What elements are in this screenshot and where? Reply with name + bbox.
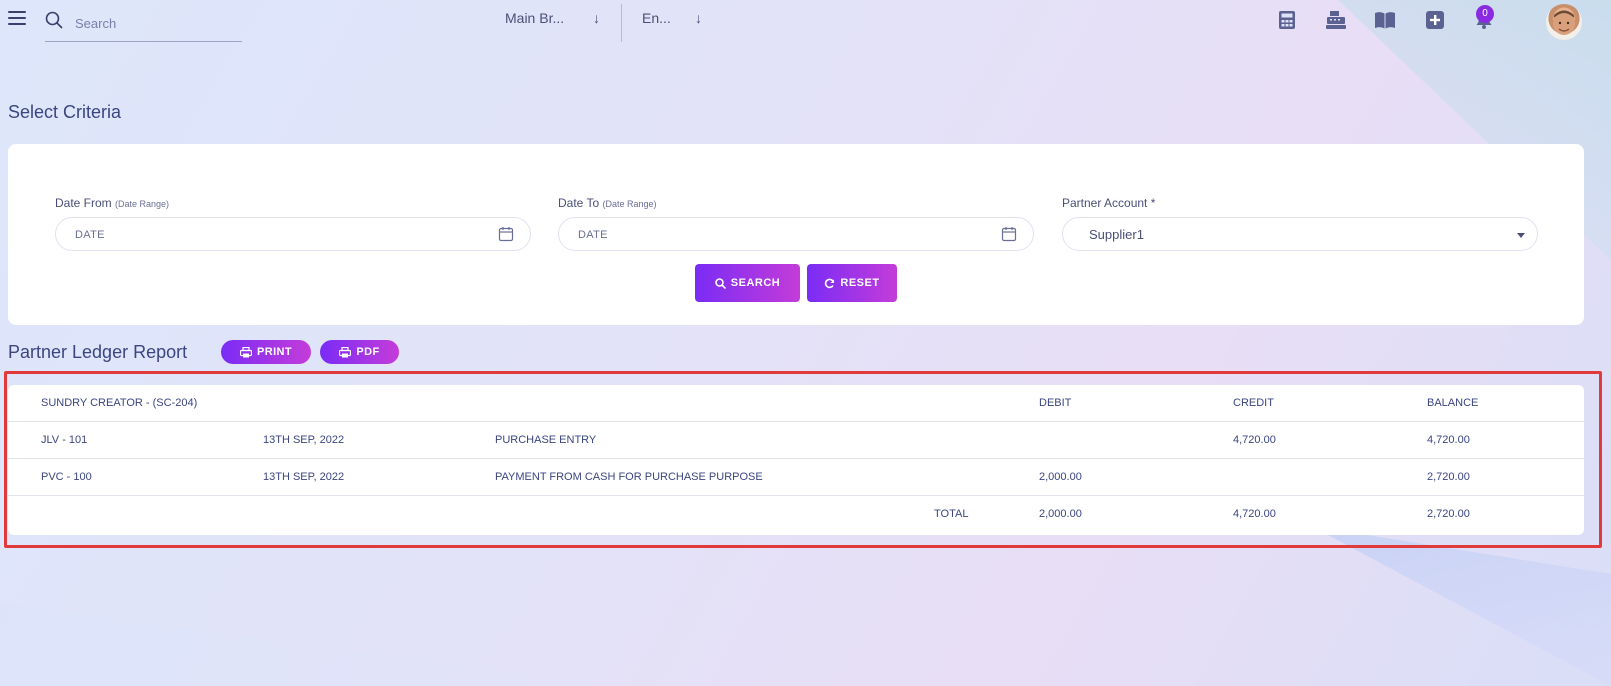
balance-header: BALANCE bbox=[1427, 397, 1479, 409]
date-to-placeholder: DATE bbox=[578, 229, 608, 241]
date-to-label: Date To (Date Range) bbox=[558, 196, 657, 210]
refresh-icon bbox=[825, 278, 835, 288]
arrow-down-icon: ↓ bbox=[695, 10, 702, 26]
date-to-hint: (Date Range) bbox=[602, 199, 657, 209]
date-from-label: Date From (Date Range) bbox=[55, 196, 169, 210]
plus-square-icon[interactable] bbox=[1425, 10, 1447, 32]
branch-select-value: Main Br... bbox=[505, 10, 565, 26]
description-cell: PURCHASE ENTRY bbox=[495, 434, 597, 446]
date-cell: 13TH SEP, 2022 bbox=[263, 471, 345, 483]
search-input[interactable] bbox=[75, 12, 235, 34]
partner-account-label: Partner Account * bbox=[1062, 196, 1156, 210]
caret-down-icon bbox=[1517, 233, 1525, 238]
reset-button-label: RESET bbox=[840, 277, 880, 289]
calculator-icon[interactable] bbox=[1277, 10, 1299, 32]
total-credit: 4,720.00 bbox=[1233, 508, 1276, 520]
search-icon bbox=[45, 11, 63, 29]
printer-icon bbox=[339, 346, 352, 357]
debit-header: DEBIT bbox=[1039, 397, 1072, 409]
pdf-button[interactable]: PDF bbox=[320, 340, 399, 364]
report-title: Partner Ledger Report bbox=[8, 342, 188, 362]
book-icon[interactable] bbox=[1374, 10, 1396, 32]
table-header-row: SUNDRY CREATOR - (SC-204) DEBIT CREDIT B… bbox=[8, 385, 1584, 422]
balance-cell: 2,720.00 bbox=[1427, 471, 1470, 483]
date-from-placeholder: DATE bbox=[75, 229, 105, 241]
language-select[interactable]: En... ↓ bbox=[642, 10, 712, 32]
search-icon bbox=[714, 277, 726, 289]
total-label: TOTAL bbox=[934, 508, 969, 520]
print-button[interactable]: PRINT bbox=[221, 340, 311, 364]
notification-badge: 0 bbox=[1476, 5, 1494, 23]
calendar-icon[interactable] bbox=[1001, 226, 1017, 242]
criteria-card: Date From (Date Range) DATE Date To (Dat… bbox=[8, 144, 1584, 325]
pdf-button-label: PDF bbox=[356, 346, 380, 358]
background-shape bbox=[1311, 526, 1611, 686]
table-row: PVC - 100 13TH SEP, 2022 PAYMENT FROM CA… bbox=[8, 459, 1584, 496]
printer-icon bbox=[240, 346, 252, 357]
top-bar: Main Br... ↓ En... ↓ bbox=[0, 0, 1611, 42]
total-balance: 2,720.00 bbox=[1427, 508, 1470, 520]
date-from-hint: (Date Range) bbox=[115, 199, 170, 209]
calendar-icon[interactable] bbox=[498, 226, 514, 242]
arrow-down-icon: ↓ bbox=[593, 10, 600, 26]
date-from-label-text: Date From bbox=[55, 196, 112, 210]
search-button-label: SEARCH bbox=[730, 277, 781, 289]
reset-button[interactable]: RESET bbox=[807, 264, 897, 302]
background-shape bbox=[0, 602, 600, 686]
table-row: JLV - 101 13TH SEP, 2022 PURCHASE ENTRY … bbox=[8, 422, 1584, 459]
divider bbox=[621, 4, 622, 42]
credit-header: CREDIT bbox=[1233, 397, 1274, 409]
language-select-value: En... bbox=[642, 10, 671, 26]
partner-account-select[interactable]: Supplier1 bbox=[1062, 217, 1538, 251]
search-button[interactable]: SEARCH bbox=[695, 264, 800, 302]
print-button-label: PRINT bbox=[257, 346, 292, 358]
date-to-input[interactable]: DATE bbox=[558, 217, 1034, 251]
branch-select[interactable]: Main Br... ↓ bbox=[505, 10, 605, 32]
date-cell: 13TH SEP, 2022 bbox=[263, 434, 345, 446]
voucher-cell: JLV - 101 bbox=[41, 434, 88, 446]
total-debit: 2,000.00 bbox=[1039, 508, 1082, 520]
debit-cell: 2,000.00 bbox=[1039, 471, 1082, 483]
partner-account-value: Supplier1 bbox=[1089, 227, 1144, 242]
ledger-table: SUNDRY CREATOR - (SC-204) DEBIT CREDIT B… bbox=[8, 385, 1584, 535]
avatar[interactable] bbox=[1546, 4, 1582, 40]
date-from-input[interactable]: DATE bbox=[55, 217, 531, 251]
cash-register-icon[interactable] bbox=[1325, 10, 1347, 32]
account-header: SUNDRY CREATOR - (SC-204) bbox=[41, 397, 198, 409]
credit-cell: 4,720.00 bbox=[1233, 434, 1276, 446]
description-cell: PAYMENT FROM CASH FOR PURCHASE PURPOSE bbox=[495, 471, 763, 483]
menu-icon[interactable] bbox=[8, 11, 26, 27]
search-box bbox=[45, 8, 242, 42]
table-total-row: TOTAL 2,000.00 4,720.00 2,720.00 bbox=[8, 496, 1584, 533]
balance-cell: 4,720.00 bbox=[1427, 434, 1470, 446]
section-title-criteria: Select Criteria bbox=[8, 102, 122, 122]
date-to-label-text: Date To bbox=[558, 196, 600, 210]
voucher-cell: PVC - 100 bbox=[41, 471, 92, 483]
